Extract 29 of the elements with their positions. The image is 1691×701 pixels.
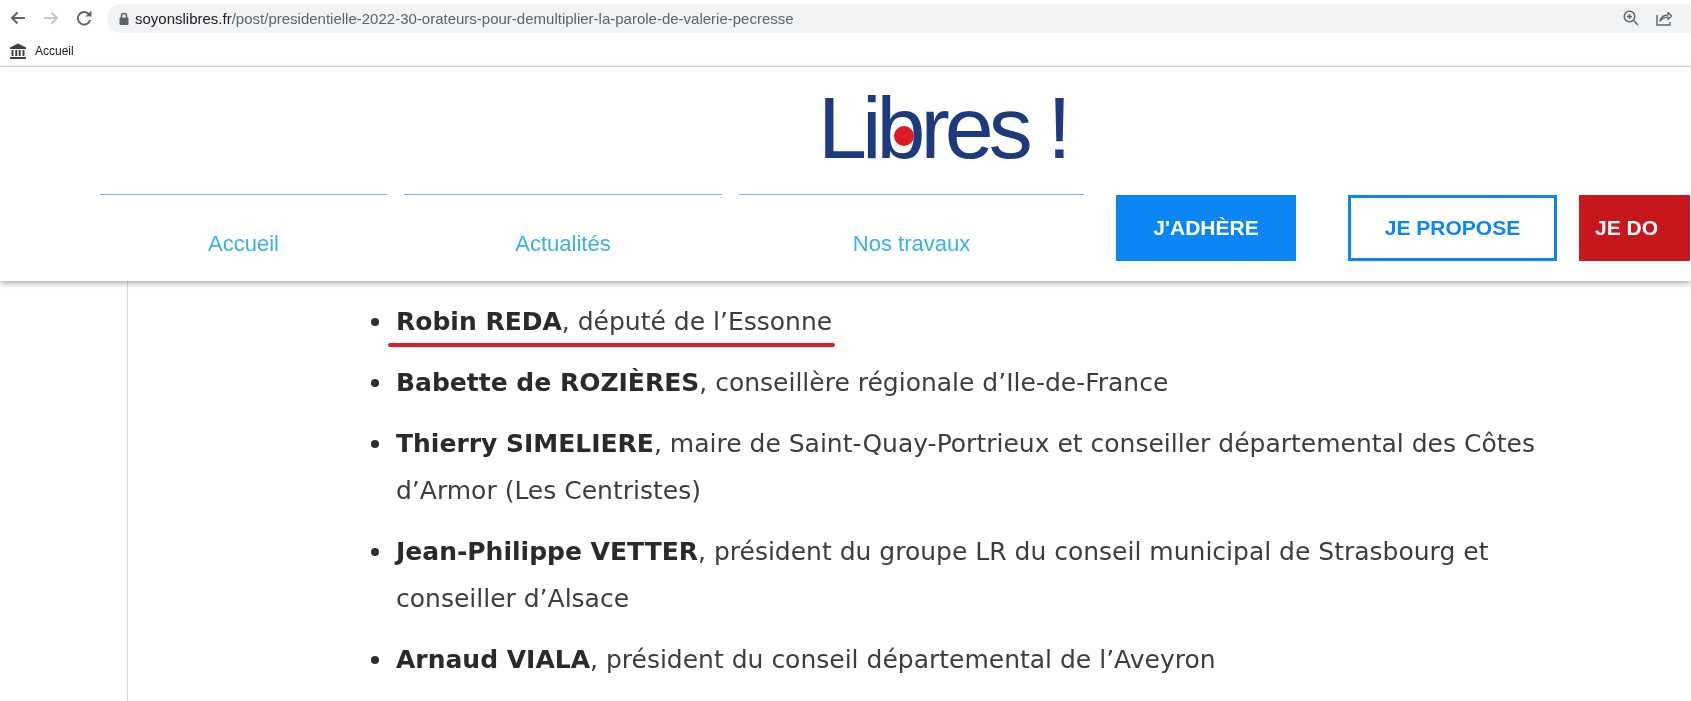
bullet-icon	[371, 440, 379, 448]
propose-button[interactable]: JE PROPOSE	[1348, 195, 1557, 261]
zoom-in-icon[interactable]	[1623, 10, 1639, 26]
bullet-icon	[371, 379, 379, 387]
site-logo[interactable]: Libres !	[818, 84, 1067, 172]
url-path: /post/presidentielle-2022-30-orateurs-pour-demultiplier-la-parole-de-valerie-pecresse	[231, 9, 794, 27]
speaker-text: Jean-Philippe VETTER, président du groupe LR du conseil municipal de Strasbourg et conseiller d’Alsace	[396, 536, 1490, 615]
bullet-icon	[371, 656, 379, 664]
nav-link[interactable]: Accueil	[100, 194, 387, 257]
speaker-text: Arnaud VIALA, président du conseil départemental de l’Aveyron	[396, 644, 1216, 676]
bookmark-item[interactable]: Accueil	[9, 43, 74, 59]
bullet-icon	[371, 548, 379, 556]
address-bar[interactable]: soyonslibres.fr/post/presidentielle-2022-30-orateurs-pour-demultiplier-la-parole-de-valerie-pecresse	[107, 3, 1691, 33]
speaker-text: Thierry SIMELIERE, maire de Saint-Quay-Portrieux et conseiller départemental des Côtes d’Armor (Les Centristes)	[396, 428, 1536, 507]
share-icon[interactable]	[1656, 10, 1672, 26]
header-button[interactable]: JE DO	[1579, 195, 1690, 261]
museum-icon	[9, 43, 27, 59]
reload-icon	[75, 9, 93, 27]
bullet-icon	[371, 318, 379, 326]
nav-link[interactable]: Actualités	[404, 194, 722, 257]
forward-arrow-icon	[42, 9, 60, 27]
url-domain: soyonslibres.fr	[135, 9, 232, 27]
lock-icon	[119, 11, 129, 25]
speaker-text: Robin REDA, député de l’Essonne	[396, 306, 833, 338]
speaker-text: Babette de ROZIÈRES, conseillère régionale d’Ile-de-France	[396, 367, 1169, 399]
nav-link[interactable]: Nos travaux	[739, 194, 1084, 257]
logo-dot-icon	[893, 125, 914, 146]
join-button[interactable]: J'ADHÈRE	[1116, 195, 1296, 261]
back-arrow-icon	[9, 9, 27, 27]
